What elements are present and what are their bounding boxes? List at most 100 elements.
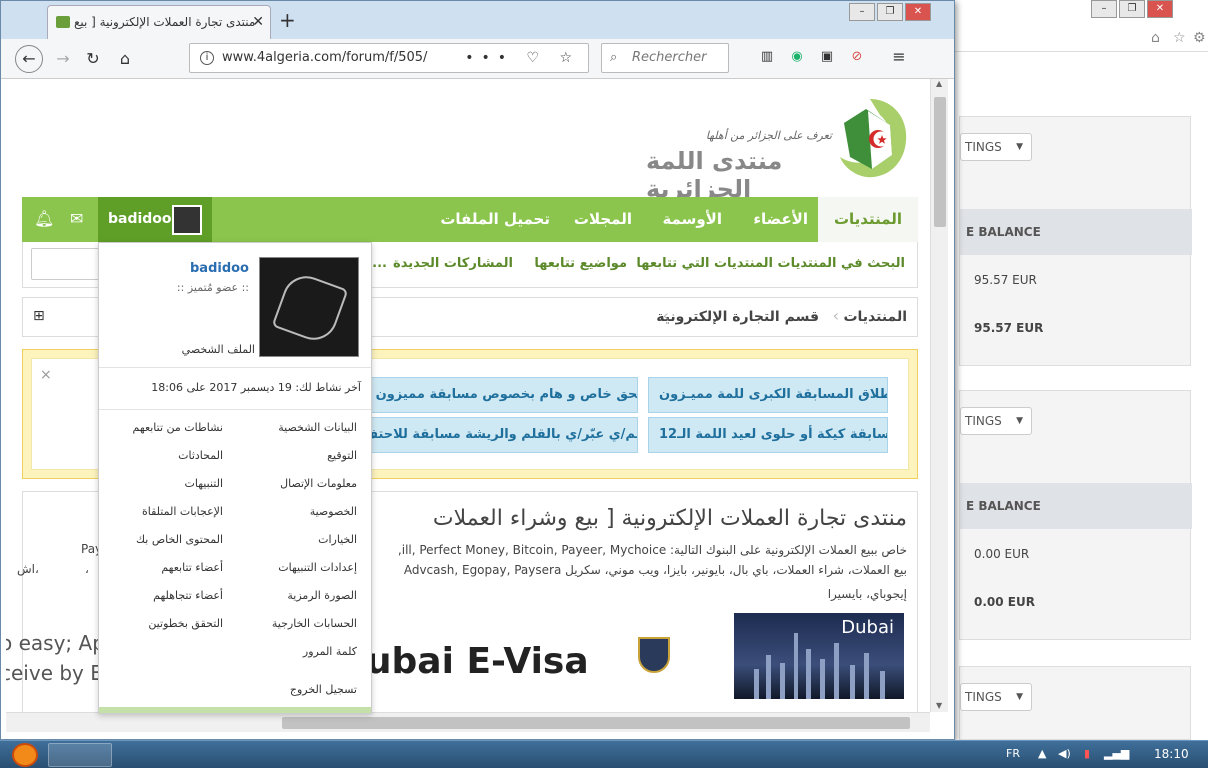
blocker-icon[interactable]: ⊘ (847, 47, 867, 67)
scroll-up-icon[interactable]: ▲ (936, 79, 942, 88)
menu-item-ignoring[interactable]: أعضاء تتجاهلهم (153, 589, 223, 602)
dropdown-username[interactable]: badidoo (190, 261, 249, 276)
breadcrumb-item[interactable]: قسم التجارة الإلكترونية (656, 298, 819, 336)
search-icon: ⌕ (610, 50, 618, 65)
menu-item-your-content[interactable]: المحتوى الخاص بك (136, 533, 223, 546)
menu-item-two-step[interactable]: التحقق بخطوتين (148, 617, 223, 630)
menu-item-alerts[interactable]: التنبيهات (185, 477, 223, 490)
show-hidden-icons-icon[interactable]: ▲ (1038, 747, 1046, 760)
algeria-flag-logo-icon (840, 99, 907, 178)
scrollbar-thumb[interactable] (282, 717, 910, 729)
settings-button[interactable]: TINGS ▼ (960, 407, 1032, 435)
tab-bar: منتدى تجارة العملات الإلكترونية [ بيع ✕ … (1, 1, 954, 39)
language-indicator[interactable]: FR (1006, 747, 1020, 760)
nav-item-forums[interactable]: المنتديات (818, 197, 918, 242)
site-logo[interactable]: تعرف على الجزائر من أهلها منتدى اللمة ال… (646, 91, 916, 203)
reload-icon[interactable]: ↻ (81, 47, 105, 71)
menu-item-alert-preferences[interactable]: إعدادات التنبيهات (278, 561, 357, 574)
close-icon[interactable]: ✕ (905, 3, 931, 21)
menu-item-preferences[interactable]: الخيارات (318, 533, 357, 546)
horizontal-scrollbar[interactable] (6, 712, 930, 732)
browser-tab[interactable]: منتدى تجارة العملات الإلكترونية [ بيع ✕ (47, 5, 271, 39)
envelope-icon[interactable]: ✉ (70, 209, 83, 228)
menu-item-avatar[interactable]: الصورة الرمزية (287, 589, 357, 602)
firefox-icon[interactable] (12, 743, 38, 767)
minimize-icon[interactable]: – (849, 3, 875, 21)
search-placeholder: Rechercher (632, 50, 707, 65)
plus-icon[interactable]: + (279, 9, 296, 31)
close-icon[interactable]: ✕ (1147, 0, 1173, 18)
sidebar-icon[interactable]: ▣ (817, 47, 837, 67)
close-icon[interactable]: × (40, 367, 52, 383)
nav-item-downloads[interactable]: تحميل الملفات (440, 197, 550, 242)
menu-item-following[interactable]: أعضاء تتابعهم (161, 561, 223, 574)
subnav-item-new-posts[interactable]: المشاركات الجديدة (393, 256, 513, 271)
notice-link[interactable]: أرسم/ي عبّر/ي بالقلم والريشة مسابقة للاح… (352, 417, 638, 453)
ad-image-label: Dubai (841, 617, 894, 638)
info-icon[interactable]: i (200, 51, 214, 65)
logo-tagline: تعرف على الجزائر من أهلها (705, 129, 832, 142)
home-icon[interactable]: ⌂ (113, 47, 137, 71)
menu-item-privacy[interactable]: الخصوصية (310, 505, 357, 518)
avatar[interactable] (259, 257, 359, 357)
extension-icon[interactable]: ◉ (787, 47, 807, 67)
notice-link[interactable]: ملحق خاص و هام بخصوص مسابقة مميزون و (352, 377, 638, 413)
nav-item-badges[interactable]: الأوسمة (662, 197, 722, 242)
gear-icon[interactable]: ⚙ (1193, 30, 1206, 46)
settings-button[interactable]: TINGS ▼ (960, 133, 1032, 161)
forum-title: منتدى تجارة العملات الإلكترونية [ بيع وش… (432, 506, 907, 531)
bell-icon[interactable]: 🔔︎ (34, 209, 54, 228)
menu-item-news-feed[interactable]: نشاطات من تتابعهم (133, 421, 223, 434)
shield-icon (638, 637, 670, 673)
vertical-scrollbar[interactable]: ▲ ▼ (930, 79, 948, 712)
minimize-icon[interactable]: – (1091, 0, 1117, 18)
settings-button[interactable]: TINGS ▼ (960, 683, 1032, 711)
menu-item-password[interactable]: كلمة المرور (303, 645, 357, 658)
home-icon[interactable]: ⌂ (1151, 30, 1160, 46)
notice-link[interactable]: مسابقة كيكة أو حلوى لعيد اللمة الـ12 (648, 417, 888, 453)
balance-value: 0.00 EUR (974, 547, 1030, 561)
scroll-down-icon[interactable]: ▼ (936, 701, 942, 710)
menu-item-contact-details[interactable]: معلومات الإتصال (280, 477, 357, 490)
subnav-item-search[interactable]: البحث في المنتديات (778, 256, 906, 271)
menu-item-conversations[interactable]: المحادثات (178, 449, 223, 462)
background-window-titlebar: – ❐ ✕ ⌂ ☆ ⚙ (951, 0, 1208, 52)
subnav-item-followed-forums[interactable]: المنتديات التي تتابعها (636, 256, 773, 271)
sitemap-icon[interactable]: ⊞ (33, 308, 45, 324)
restore-icon[interactable]: ❐ (877, 3, 903, 21)
menu-icon[interactable]: ≡ (889, 47, 909, 67)
page-actions-icon[interactable]: ••• ♡ ☆ (465, 44, 580, 72)
restore-icon[interactable]: ❐ (1119, 0, 1145, 18)
background-window-controls: – ❐ ✕ (1089, 0, 1173, 18)
network-icon[interactable]: ▂▄▆ (1104, 747, 1129, 760)
ad-image: Dubai (734, 613, 904, 699)
url-bar[interactable]: i www.4algeria.com/forum/f/505/ ••• ♡ ☆ (189, 43, 589, 73)
subnav-item-more[interactable]: ... (372, 256, 387, 271)
battery-icon[interactable]: ▮ (1084, 747, 1090, 760)
breadcrumb-item[interactable]: المنتديات (843, 298, 907, 336)
speaker-icon[interactable]: ◀) (1058, 747, 1071, 760)
forum-description-fragment: اش، (17, 562, 39, 576)
balance-value: 0.00 EUR (974, 595, 1035, 609)
favicon-icon (56, 16, 70, 28)
menu-item-signature[interactable]: التوقيع (327, 449, 357, 462)
menu-item-external-accounts[interactable]: الحسابات الخارجية (272, 617, 357, 630)
nav-item-magazines[interactable]: المجلات (574, 197, 632, 242)
profile-link[interactable]: الملف الشخصي (182, 343, 255, 356)
scrollbar-thumb[interactable] (934, 97, 946, 227)
nav-item-members[interactable]: الأعضاء (753, 197, 808, 242)
subnav-item-watched-threads[interactable]: مواضيع تتابعها (534, 256, 627, 271)
forward-arrow-icon[interactable]: → (51, 47, 75, 71)
menu-item-logout[interactable]: تسجيل الخروج (290, 683, 357, 696)
notice-link[interactable]: إنطلاق المسابقة الكبرى للمة مميـزون (648, 377, 888, 413)
clock[interactable]: 18:10 (1154, 747, 1189, 761)
taskbar-item[interactable] (48, 743, 112, 767)
back-arrow-icon[interactable]: ← (15, 45, 43, 73)
menu-item-likes-received[interactable]: الإعجابات المتلقاة (142, 505, 223, 518)
menu-item-personal-details[interactable]: البيانات الشخصية (278, 421, 357, 434)
star-icon[interactable]: ☆ (1173, 30, 1186, 46)
user-menu-button[interactable]: badidoo (98, 197, 212, 242)
close-icon[interactable]: ✕ (252, 6, 264, 38)
search-input[interactable]: ⌕ Rechercher (601, 43, 729, 73)
library-icon[interactable]: ▥ (757, 47, 777, 67)
